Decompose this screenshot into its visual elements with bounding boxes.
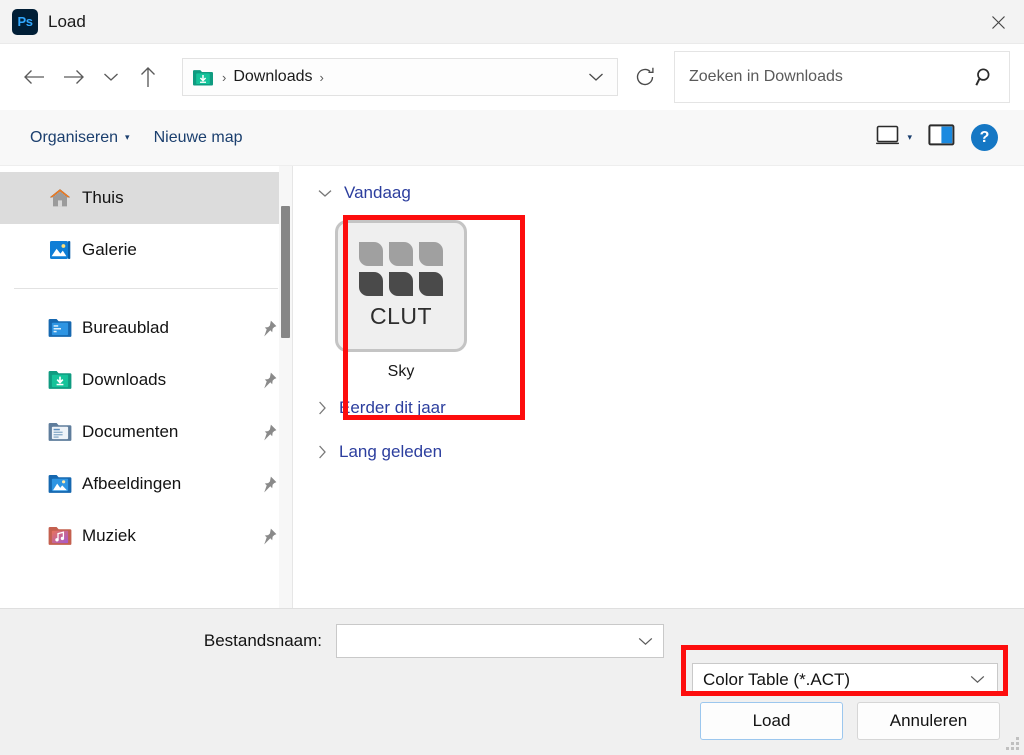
chevron-right-icon[interactable] bbox=[318, 445, 327, 459]
clut-swatch bbox=[419, 242, 443, 266]
clut-swatch bbox=[389, 242, 413, 266]
preview-pane-button[interactable] bbox=[920, 118, 963, 157]
filename-row: Bestandsnaam: bbox=[0, 624, 1024, 658]
navigation-bar: › Downloads › bbox=[0, 44, 1024, 110]
sidebar-item-label: Galerie bbox=[82, 240, 137, 259]
new-folder-label: Nieuwe map bbox=[153, 128, 243, 146]
clut-swatch bbox=[359, 242, 383, 266]
recent-locations-chevron-down-icon[interactable] bbox=[94, 57, 128, 97]
clut-swatch bbox=[389, 272, 413, 296]
view-layout-button[interactable]: ▾ bbox=[867, 118, 920, 157]
clut-swatch bbox=[359, 272, 383, 296]
pin-icon[interactable] bbox=[259, 319, 278, 338]
navigation-sidebar: Thuis Galerie Bureaublad Downloads Docum… bbox=[0, 166, 292, 608]
breadcrumb-trailing-separator: › bbox=[319, 69, 324, 85]
clut-swatch bbox=[419, 272, 443, 296]
search-input[interactable] bbox=[689, 68, 975, 86]
clut-icon-label: CLUT bbox=[369, 303, 433, 329]
dialog-footer: Bestandsnaam: Color Table (*.ACT) Load A… bbox=[0, 608, 1024, 755]
view-layout-icon bbox=[875, 124, 901, 151]
chevron-down-icon[interactable] bbox=[318, 189, 332, 198]
load-file-dialog: Ps Load › Downloads › Zoeken in Download… bbox=[0, 0, 1024, 755]
documents-folder-icon bbox=[48, 420, 72, 444]
sidebar-item-label: Thuis bbox=[82, 188, 124, 207]
pin-icon[interactable] bbox=[259, 527, 278, 546]
clut-file-icon: CLUT bbox=[335, 220, 467, 352]
filetype-combobox[interactable]: Color Table (*.ACT) bbox=[692, 663, 998, 696]
sidebar-item-afbeeldingen[interactable]: Afbeeldingen bbox=[0, 458, 292, 510]
sidebar-item-documenten[interactable]: Documenten bbox=[0, 406, 292, 458]
help-button[interactable]: ? bbox=[963, 118, 1006, 157]
downloads-folder-icon bbox=[48, 368, 72, 392]
close-icon[interactable] bbox=[972, 0, 1024, 44]
sidebar-item-label: Downloads bbox=[82, 370, 167, 389]
preview-pane-icon bbox=[928, 124, 955, 151]
group-header-lang-geleden[interactable]: Lang geleden bbox=[309, 437, 1024, 467]
group-header-vandaag[interactable]: Vandaag bbox=[309, 178, 1024, 208]
sidebar-item-thuis[interactable]: Thuis bbox=[0, 172, 292, 224]
sidebar-item-galerie[interactable]: Galerie bbox=[0, 224, 292, 276]
organize-label: Organiseren bbox=[30, 128, 119, 146]
up-arrow-icon[interactable] bbox=[128, 57, 168, 97]
filename-input[interactable] bbox=[347, 632, 632, 650]
new-folder-button[interactable]: Nieuwe map bbox=[142, 122, 255, 154]
sidebar-item-label: Muziek bbox=[82, 526, 136, 545]
filetype-value: Color Table (*.ACT) bbox=[703, 669, 851, 689]
back-arrow-icon[interactable] bbox=[14, 57, 54, 97]
address-bar[interactable]: › Downloads › bbox=[182, 58, 618, 96]
file-grid: CLUT Sky bbox=[309, 210, 1024, 389]
chevron-down-icon[interactable] bbox=[632, 637, 659, 646]
desktop-folder-icon bbox=[48, 316, 72, 340]
address-chevron-down-icon[interactable] bbox=[579, 60, 613, 94]
file-name-label: Sky bbox=[387, 363, 415, 380]
search-icon[interactable] bbox=[975, 67, 995, 87]
clut-swatch-grid bbox=[359, 242, 443, 296]
sidebar-item-bureaublad[interactable]: Bureaublad bbox=[0, 302, 292, 354]
search-box[interactable] bbox=[674, 51, 1010, 103]
command-toolbar: Organiseren ▾ Nieuwe map ▾ ? bbox=[0, 110, 1024, 166]
refresh-icon[interactable] bbox=[624, 57, 666, 97]
filename-combobox[interactable] bbox=[336, 624, 664, 658]
chevron-down-icon[interactable] bbox=[964, 675, 991, 684]
organize-button[interactable]: Organiseren ▾ bbox=[18, 122, 142, 154]
sidebar-item-muziek[interactable]: Muziek bbox=[0, 510, 292, 562]
group-header-eerder-dit-jaar[interactable]: Eerder dit jaar bbox=[309, 393, 1024, 423]
file-list-pane[interactable]: Vandaag CLUT Sky Eerder dit jaar Lang ge… bbox=[292, 166, 1024, 608]
chevron-down-icon: ▾ bbox=[125, 132, 130, 142]
cancel-button[interactable]: Annuleren bbox=[857, 702, 1000, 740]
sidebar-item-label: Afbeeldingen bbox=[82, 474, 182, 493]
sidebar-divider bbox=[14, 288, 278, 289]
sidebar-scrollbar-thumb[interactable] bbox=[281, 206, 290, 338]
resize-grip[interactable] bbox=[1005, 736, 1019, 750]
sidebar-item-downloads[interactable]: Downloads bbox=[0, 354, 292, 406]
dialog-buttons: Load Annuleren bbox=[700, 702, 1000, 740]
sidebar-item-label: Bureaublad bbox=[82, 318, 169, 337]
home-icon bbox=[48, 186, 72, 210]
title-bar: Ps Load bbox=[0, 0, 1024, 44]
filename-label: Bestandsnaam: bbox=[203, 631, 322, 650]
gallery-icon bbox=[48, 238, 72, 262]
breadcrumb-path[interactable]: Downloads bbox=[233, 68, 312, 86]
help-icon: ? bbox=[971, 124, 998, 151]
breadcrumb-separator: › bbox=[222, 69, 227, 85]
photoshop-icon: Ps bbox=[12, 8, 38, 35]
sidebar-item-label: Documenten bbox=[82, 422, 179, 441]
forward-arrow-icon[interactable] bbox=[54, 57, 94, 97]
group-title: Lang geleden bbox=[339, 442, 443, 461]
file-tile-sky[interactable]: CLUT Sky bbox=[323, 210, 479, 389]
view-chevron-down-icon: ▾ bbox=[907, 132, 912, 142]
load-button[interactable]: Load bbox=[700, 702, 843, 740]
chevron-right-icon[interactable] bbox=[318, 401, 327, 415]
music-folder-icon bbox=[48, 524, 72, 548]
downloads-folder-icon bbox=[193, 69, 213, 86]
sidebar-scrollbar[interactable] bbox=[279, 166, 292, 608]
pin-icon[interactable] bbox=[259, 423, 278, 442]
dialog-body: Thuis Galerie Bureaublad Downloads Docum… bbox=[0, 166, 1024, 608]
group-title: Vandaag bbox=[344, 183, 411, 202]
group-title: Eerder dit jaar bbox=[339, 398, 446, 417]
window-title: Load bbox=[48, 11, 86, 31]
pictures-folder-icon bbox=[48, 472, 72, 496]
pin-icon[interactable] bbox=[259, 475, 278, 494]
pin-icon[interactable] bbox=[259, 371, 278, 390]
